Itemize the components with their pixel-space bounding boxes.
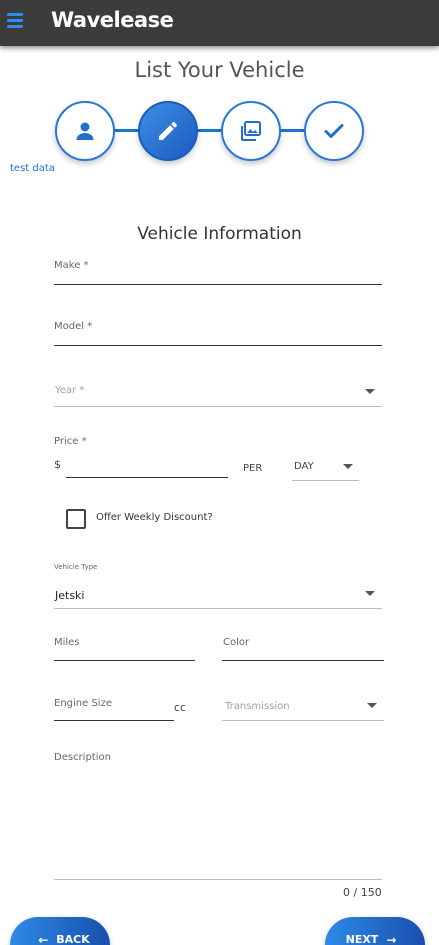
person-icon <box>76 122 94 140</box>
page-title: List Your Vehicle <box>134 58 305 82</box>
currency-symbol: $ <box>54 458 61 471</box>
model-label: Model * <box>54 321 93 332</box>
make-input[interactable] <box>54 284 382 285</box>
transmission-label: Transmission <box>225 701 290 712</box>
next-button-label: NEXT <box>345 933 379 945</box>
color-label: Color <box>223 637 250 648</box>
price-period-value: DAY <box>294 461 314 472</box>
weekly-discount-checkbox[interactable] <box>66 509 86 529</box>
miles-label: Miles <box>54 637 80 648</box>
pencil-icon <box>159 122 177 140</box>
engine-size-label: Engine Size <box>54 698 112 709</box>
vehicle-type-value: Jetski <box>55 589 85 602</box>
back-button-label: BACK <box>56 933 90 945</box>
description-char-counter: 0 / 150 <box>343 886 382 899</box>
model-input[interactable] <box>54 345 382 346</box>
app-brand: Wavelease <box>51 8 174 32</box>
year-label: Year * <box>55 385 85 396</box>
description-label: Description <box>54 752 111 763</box>
app-bar: Wavelease <box>0 0 439 46</box>
make-label: Make * <box>54 260 89 271</box>
miles-input[interactable] <box>54 660 195 661</box>
section-title: Vehicle Information <box>137 224 302 244</box>
arrow-left-icon: ← <box>38 933 49 945</box>
step-owner-info[interactable] <box>55 101 115 161</box>
menu-icon[interactable] <box>7 13 23 29</box>
transmission-select[interactable] <box>222 720 384 721</box>
vehicle-type-dropdown-icon[interactable] <box>365 591 375 596</box>
next-button[interactable]: NEXT → <box>325 917 425 945</box>
weekly-discount-label: Offer Weekly Discount? <box>96 512 213 523</box>
vehicle-type-label: Vehicle Type <box>54 563 98 571</box>
transmission-dropdown-icon[interactable] <box>367 703 377 708</box>
test-data-link[interactable]: test data <box>10 163 55 174</box>
year-dropdown-icon[interactable] <box>365 389 375 394</box>
period-dropdown-icon[interactable] <box>343 464 353 469</box>
back-button[interactable]: ← BACK <box>10 917 110 945</box>
color-input[interactable] <box>222 660 384 661</box>
per-label: PER <box>243 463 263 474</box>
description-textarea[interactable] <box>54 879 382 880</box>
price-input[interactable] <box>66 477 228 478</box>
price-period-select[interactable] <box>292 480 359 481</box>
step-vehicle-info[interactable] <box>138 101 198 161</box>
step-photos[interactable] <box>221 101 281 161</box>
step-confirm[interactable] <box>304 101 364 161</box>
check-icon <box>324 124 344 138</box>
engine-size-input[interactable] <box>54 720 174 721</box>
arrow-right-icon: → <box>386 933 397 945</box>
vehicle-type-select[interactable] <box>54 608 382 609</box>
photos-icon <box>241 121 261 141</box>
stepper-track <box>85 129 335 132</box>
year-select[interactable] <box>54 406 382 407</box>
price-label: Price * <box>54 436 87 447</box>
engine-size-unit: cc <box>174 701 187 714</box>
